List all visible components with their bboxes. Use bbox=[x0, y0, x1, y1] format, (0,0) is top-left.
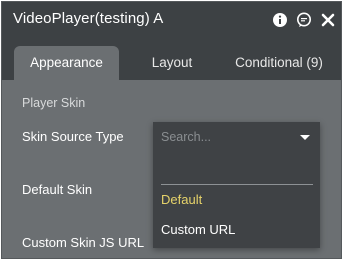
skin-source-type-label: Skin Source Type bbox=[22, 129, 124, 144]
tab-appearance[interactable]: Appearance bbox=[14, 46, 119, 80]
tab-conditional[interactable]: Conditional (9) bbox=[224, 46, 334, 80]
window-title: VideoPlayer(testing) A bbox=[13, 10, 164, 27]
skin-source-type-dropdown[interactable]: Default Custom URL bbox=[153, 122, 320, 248]
dropdown-option-custom-url[interactable]: Custom URL bbox=[161, 222, 235, 237]
info-icon[interactable] bbox=[272, 12, 288, 28]
custom-skin-js-url-label: Custom Skin JS URL bbox=[22, 235, 145, 250]
property-editor-panel: VideoPlayer(testing) A Appearance Layout… bbox=[1, 1, 342, 259]
comment-icon[interactable] bbox=[296, 12, 312, 28]
section-title-player-skin: Player Skin bbox=[22, 96, 86, 110]
default-skin-label: Default Skin bbox=[22, 182, 93, 197]
chevron-down-icon[interactable] bbox=[300, 135, 310, 140]
dropdown-search-input[interactable] bbox=[153, 122, 301, 152]
dropdown-option-default[interactable]: Default bbox=[161, 192, 202, 207]
dropdown-divider bbox=[161, 184, 313, 185]
tab-layout[interactable]: Layout bbox=[132, 46, 212, 80]
title-bar-actions bbox=[264, 11, 336, 29]
close-icon[interactable] bbox=[320, 12, 336, 28]
tab-bar: Appearance Layout Conditional (9) bbox=[2, 38, 341, 80]
title-bar[interactable]: VideoPlayer(testing) A bbox=[2, 2, 341, 38]
